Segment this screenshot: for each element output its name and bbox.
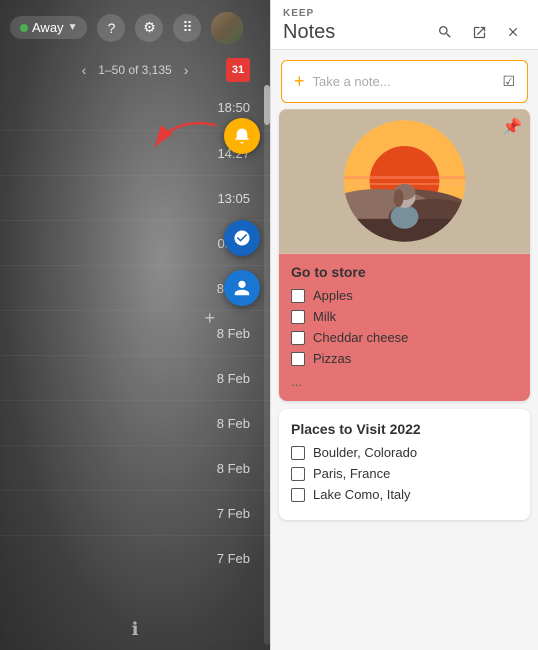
checklist-label-3: Cheddar cheese [313,330,408,345]
app-title: Notes [283,21,335,44]
info-icon: ℹ [132,619,139,639]
note-card-1[interactable]: 📌 Go to store Apples Milk Cheddar cheese [279,109,530,401]
pin-icon: 📌 [502,117,522,137]
keep-header: KEEP Notes [271,0,538,50]
bell-icon [233,127,251,145]
checklist-item-6: Paris, France [291,466,518,481]
checklist-item-5: Boulder, Colorado [291,445,518,460]
note-ellipsis: ... [291,372,518,391]
app-label: KEEP [283,8,526,19]
checklist-label-5: Boulder, Colorado [313,445,417,460]
avatar[interactable] [211,12,243,44]
note-2-title: Places to Visit 2022 [291,421,518,437]
chevron-down-icon: ▼ [68,22,78,33]
time-value: 13:05 [217,191,250,206]
note-input-left: + Take a note... [294,71,391,92]
note-checklist-icon: ☑ [502,73,515,90]
checklist-item-3: Cheddar cheese [291,330,518,345]
list-item[interactable]: 8 Feb [0,400,270,445]
note-image-svg [279,109,530,254]
checklist-item-4: Pizzas [291,351,518,366]
status-label: Away [32,20,64,35]
checklist-label-4: Pizzas [313,351,351,366]
close-button[interactable] [500,19,526,45]
checklist-item-7: Lake Como, Italy [291,487,518,502]
checklist-item-2: Milk [291,309,518,324]
note-input-placeholder: Take a note... [313,74,391,89]
note-plus-icon: + [294,71,305,92]
avatar-image [211,12,243,44]
time-value: 8 Feb [217,371,250,386]
checklist-label-1: Apples [313,288,353,303]
note-card-1-body: Go to store Apples Milk Cheddar cheese P… [279,254,530,401]
checklist-item-1: Apples [291,288,518,303]
person-float-button[interactable] [224,270,260,306]
status-pill[interactable]: Away ▼ [10,16,87,39]
checkbox-4[interactable] [291,352,305,366]
next-page-button[interactable]: › [180,60,193,80]
time-value: 7 Feb [217,506,250,521]
grid-icon-button[interactable]: ⠿ [173,14,201,42]
settings-icon-button[interactable]: ⚙ [135,14,163,42]
top-bar: Away ▼ ? ⚙ ⠿ [0,0,270,55]
search-button[interactable] [432,19,458,45]
info-button[interactable]: ℹ [132,619,139,640]
list-item[interactable]: 7 Feb [0,490,270,535]
check-circle-icon [233,229,251,247]
time-value: 8 Feb [217,461,250,476]
yellow-float-button[interactable] [224,118,260,154]
person-icon [233,279,251,297]
checklist-label-7: Lake Como, Italy [313,487,411,502]
list-item[interactable]: 8 Feb [0,445,270,490]
checkbox-2[interactable] [291,310,305,324]
open-icon [472,25,487,40]
keep-title-row: Notes [283,19,526,45]
checkbox-1[interactable] [291,289,305,303]
checklist-label-6: Paris, France [313,466,390,481]
list-item[interactable]: 8 Feb [0,355,270,400]
list-item[interactable]: 13:05 [0,175,270,220]
note-card-2[interactable]: Places to Visit 2022 Boulder, Colorado P… [279,409,530,520]
time-value: 7 Feb [217,551,250,566]
prev-page-button[interactable]: ‹ [78,60,91,80]
left-scrollbar[interactable] [264,85,270,645]
calendar-icon: 31 [226,58,250,82]
open-external-button[interactable] [466,19,492,45]
note-input-bar[interactable]: + Take a note... ☑ [281,60,528,103]
left-scroll-thumb[interactable] [264,85,270,125]
checkbox-5[interactable] [291,446,305,460]
time-value: 8 Feb [217,326,250,341]
left-panel: Away ▼ ? ⚙ ⠿ ‹ 1–50 of 3,135 › 31 18:50 … [0,0,270,650]
note-illustration: 📌 [279,109,530,254]
close-icon [506,25,520,39]
status-dot [20,24,28,32]
list-item[interactable]: 7 Feb [0,535,270,580]
right-panel: KEEP Notes [270,0,538,650]
note-1-title: Go to store [291,264,518,280]
pagination-text: 1–50 of 3,135 [98,63,171,77]
blue-float-button[interactable] [224,220,260,256]
checkbox-3[interactable] [291,331,305,345]
time-value: 18:50 [217,100,250,115]
search-icon [437,24,453,40]
notes-scroll-area[interactable]: 📌 Go to store Apples Milk Cheddar cheese [271,109,538,650]
list-item[interactable]: 8 Feb [0,310,270,355]
help-icon-button[interactable]: ? [97,14,125,42]
checklist-label-2: Milk [313,309,336,324]
checkbox-6[interactable] [291,467,305,481]
add-button[interactable]: + [204,308,215,329]
checkbox-7[interactable] [291,488,305,502]
pagination-bar: ‹ 1–50 of 3,135 › 31 [0,55,270,85]
time-value: 8 Feb [217,416,250,431]
time-list: 18:50 14:27 13:05 05:10 8 Feb 8 Feb 8 Fe… [0,85,270,610]
header-icons [432,19,526,45]
